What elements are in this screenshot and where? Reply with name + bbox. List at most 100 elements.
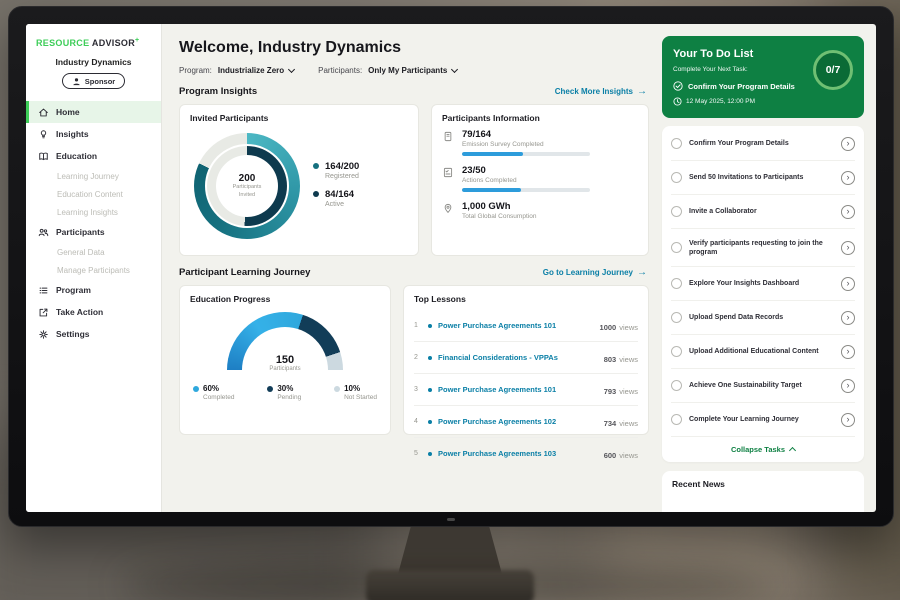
emission-survey-progress-bar	[462, 152, 590, 156]
chevron-down-icon	[451, 66, 458, 73]
monitor: RESOURCE ADVISOR+ Industry Dynamics Spon…	[8, 6, 894, 527]
sidebar-item-participants[interactable]: Participants	[26, 221, 161, 243]
filters-bar: Program: Industrialize Zero Participants…	[179, 66, 649, 75]
task-checkbox[interactable]	[671, 380, 682, 391]
lesson-row[interactable]: 2 Financial Considerations - VPPAs 803vi…	[414, 342, 638, 374]
sidebar-item-education[interactable]: Education	[26, 145, 161, 167]
actions-checklist-icon	[442, 166, 454, 179]
todo-task[interactable]: Send 50 Invitations to Participants ›	[671, 161, 855, 195]
todo-task[interactable]: Invite a Collaborator ›	[671, 195, 855, 229]
sidebar-item-label: Take Action	[56, 307, 103, 317]
sidebar-item-label: Learning Insights	[57, 208, 118, 217]
sidebar-item-learning-journey[interactable]: Learning Journey	[26, 167, 161, 185]
stat-actions-completed: 23/50 Actions Completed	[442, 165, 638, 192]
lesson-row[interactable]: 4 Power Purchase Agreements 102 734views	[414, 406, 638, 438]
todo-task[interactable]: Explore Your Insights Dashboard ›	[671, 267, 855, 301]
clock-icon	[673, 97, 682, 106]
todo-next-task[interactable]: Confirm Your Program Details	[673, 81, 813, 91]
emission-survey-icon	[442, 130, 454, 143]
task-checkbox[interactable]	[671, 138, 682, 149]
lesson-row[interactable]: 5 Power Purchase Agreements 103 600views	[414, 438, 638, 469]
sidebar-item-label: Insights	[56, 129, 89, 139]
collapse-tasks-link[interactable]: Collapse Tasks	[671, 437, 855, 459]
task-checkbox[interactable]	[671, 414, 682, 425]
task-chevron-icon[interactable]: ›	[841, 379, 855, 393]
sidebar-item-label: General Data	[57, 248, 105, 257]
section-title-learning-journey: Participant Learning Journey	[179, 267, 310, 278]
sidebar-item-label: Program	[56, 285, 91, 295]
actions-progress-bar	[462, 188, 590, 192]
sponsor-badge[interactable]: Sponsor	[62, 73, 125, 89]
org-name: Industry Dynamics	[26, 57, 161, 67]
take-action-icon	[38, 307, 49, 318]
section-title-program-insights: Program Insights	[179, 86, 257, 97]
monitor-stand-base	[366, 570, 534, 600]
lesson-row[interactable]: 1 Power Purchase Agreements 101 1000view…	[414, 310, 638, 342]
dashboard-screen: RESOURCE ADVISOR+ Industry Dynamics Spon…	[26, 24, 876, 512]
sidebar-item-insights[interactable]: Insights	[26, 123, 161, 145]
check-more-insights-link[interactable]: Check More Insights→	[555, 87, 647, 97]
legend-dot	[313, 191, 319, 197]
top-lessons-card: Top Lessons 1 Power Purchase Agreements …	[403, 285, 649, 435]
participants-icon	[38, 227, 49, 238]
task-checkbox[interactable]	[671, 346, 682, 357]
legend-dot	[313, 163, 319, 169]
lesson-row[interactable]: 3 Power Purchase Agreements 101 793views	[414, 374, 638, 406]
sidebar-nav: Home Insights Education Learning Journey	[26, 101, 161, 345]
logo-plus: +	[135, 37, 139, 44]
stat-global-consumption: 1,000 GWh Total Global Consumption	[442, 201, 638, 220]
task-checkbox[interactable]	[671, 206, 682, 217]
education-book-icon	[38, 151, 49, 162]
education-progress-title: Education Progress	[190, 294, 380, 304]
sidebar-item-take-action[interactable]: Take Action	[26, 301, 161, 323]
task-chevron-icon[interactable]: ›	[841, 137, 855, 151]
todo-task[interactable]: Confirm Your Program Details ›	[671, 127, 855, 161]
program-list-icon	[38, 285, 49, 296]
logo-resource: RESOURCE	[36, 38, 89, 48]
donut-legend: 164/200Registered 84/164Active	[313, 152, 359, 217]
logo-advisor: ADVISOR	[92, 38, 135, 48]
task-checkbox[interactable]	[671, 278, 682, 289]
legend-active: 84/164Active	[313, 189, 359, 208]
task-chevron-icon[interactable]: ›	[841, 345, 855, 359]
sidebar-item-program[interactable]: Program	[26, 279, 161, 301]
task-chevron-icon[interactable]: ›	[841, 171, 855, 185]
todo-task[interactable]: Complete Your Learning Journey ›	[671, 403, 855, 437]
program-filter-label: Program:	[179, 66, 212, 75]
todo-task[interactable]: Verify participants requesting to join t…	[671, 229, 855, 267]
sidebar-item-manage-participants[interactable]: Manage Participants	[26, 261, 161, 279]
todo-task[interactable]: Upload Additional Educational Content ›	[671, 335, 855, 369]
task-checkbox[interactable]	[671, 172, 682, 183]
todo-task[interactable]: Upload Spend Data Records ›	[671, 301, 855, 335]
sidebar-item-education-content[interactable]: Education Content	[26, 185, 161, 203]
sidebar-item-label: Home	[56, 107, 80, 117]
participants-select[interactable]: Only My Participants	[368, 66, 457, 75]
sidebar-item-general-data[interactable]: General Data	[26, 243, 161, 261]
legend-not-started: 10%Not Started	[334, 384, 377, 401]
task-chevron-icon[interactable]: ›	[841, 277, 855, 291]
gauge-center-label: 150 Participants	[227, 354, 343, 372]
program-select-value: Industrialize Zero	[218, 66, 284, 75]
task-chevron-icon[interactable]: ›	[841, 311, 855, 325]
task-checkbox[interactable]	[671, 312, 682, 323]
sidebar-item-label: Participants	[56, 227, 105, 237]
arrow-right-icon: →	[637, 87, 647, 97]
sidebar-item-home[interactable]: Home	[26, 101, 161, 123]
task-chevron-icon[interactable]: ›	[841, 205, 855, 219]
gauge-legend: 60%Completed 30%Pending 10%Not Started	[190, 384, 380, 401]
task-chevron-icon[interactable]: ›	[841, 241, 855, 255]
insights-icon	[38, 129, 49, 140]
sponsor-badge-label: Sponsor	[85, 77, 115, 86]
go-to-learning-journey-link[interactable]: Go to Learning Journey→	[543, 268, 647, 278]
sidebar-item-label: Education	[56, 151, 97, 161]
todo-task-list: Confirm Your Program Details › Send 50 I…	[662, 126, 864, 462]
sidebar-item-label: Settings	[56, 329, 90, 339]
sidebar-item-settings[interactable]: Settings	[26, 323, 161, 345]
background-scene: RESOURCE ADVISOR+ Industry Dynamics Spon…	[0, 0, 900, 600]
task-chevron-icon[interactable]: ›	[841, 413, 855, 427]
task-checkbox[interactable]	[671, 242, 682, 253]
todo-task[interactable]: Achieve One Sustainability Target ›	[671, 369, 855, 403]
sidebar-item-label: Manage Participants	[57, 266, 130, 275]
sidebar-item-learning-insights[interactable]: Learning Insights	[26, 203, 161, 221]
program-select[interactable]: Industrialize Zero	[218, 66, 294, 75]
